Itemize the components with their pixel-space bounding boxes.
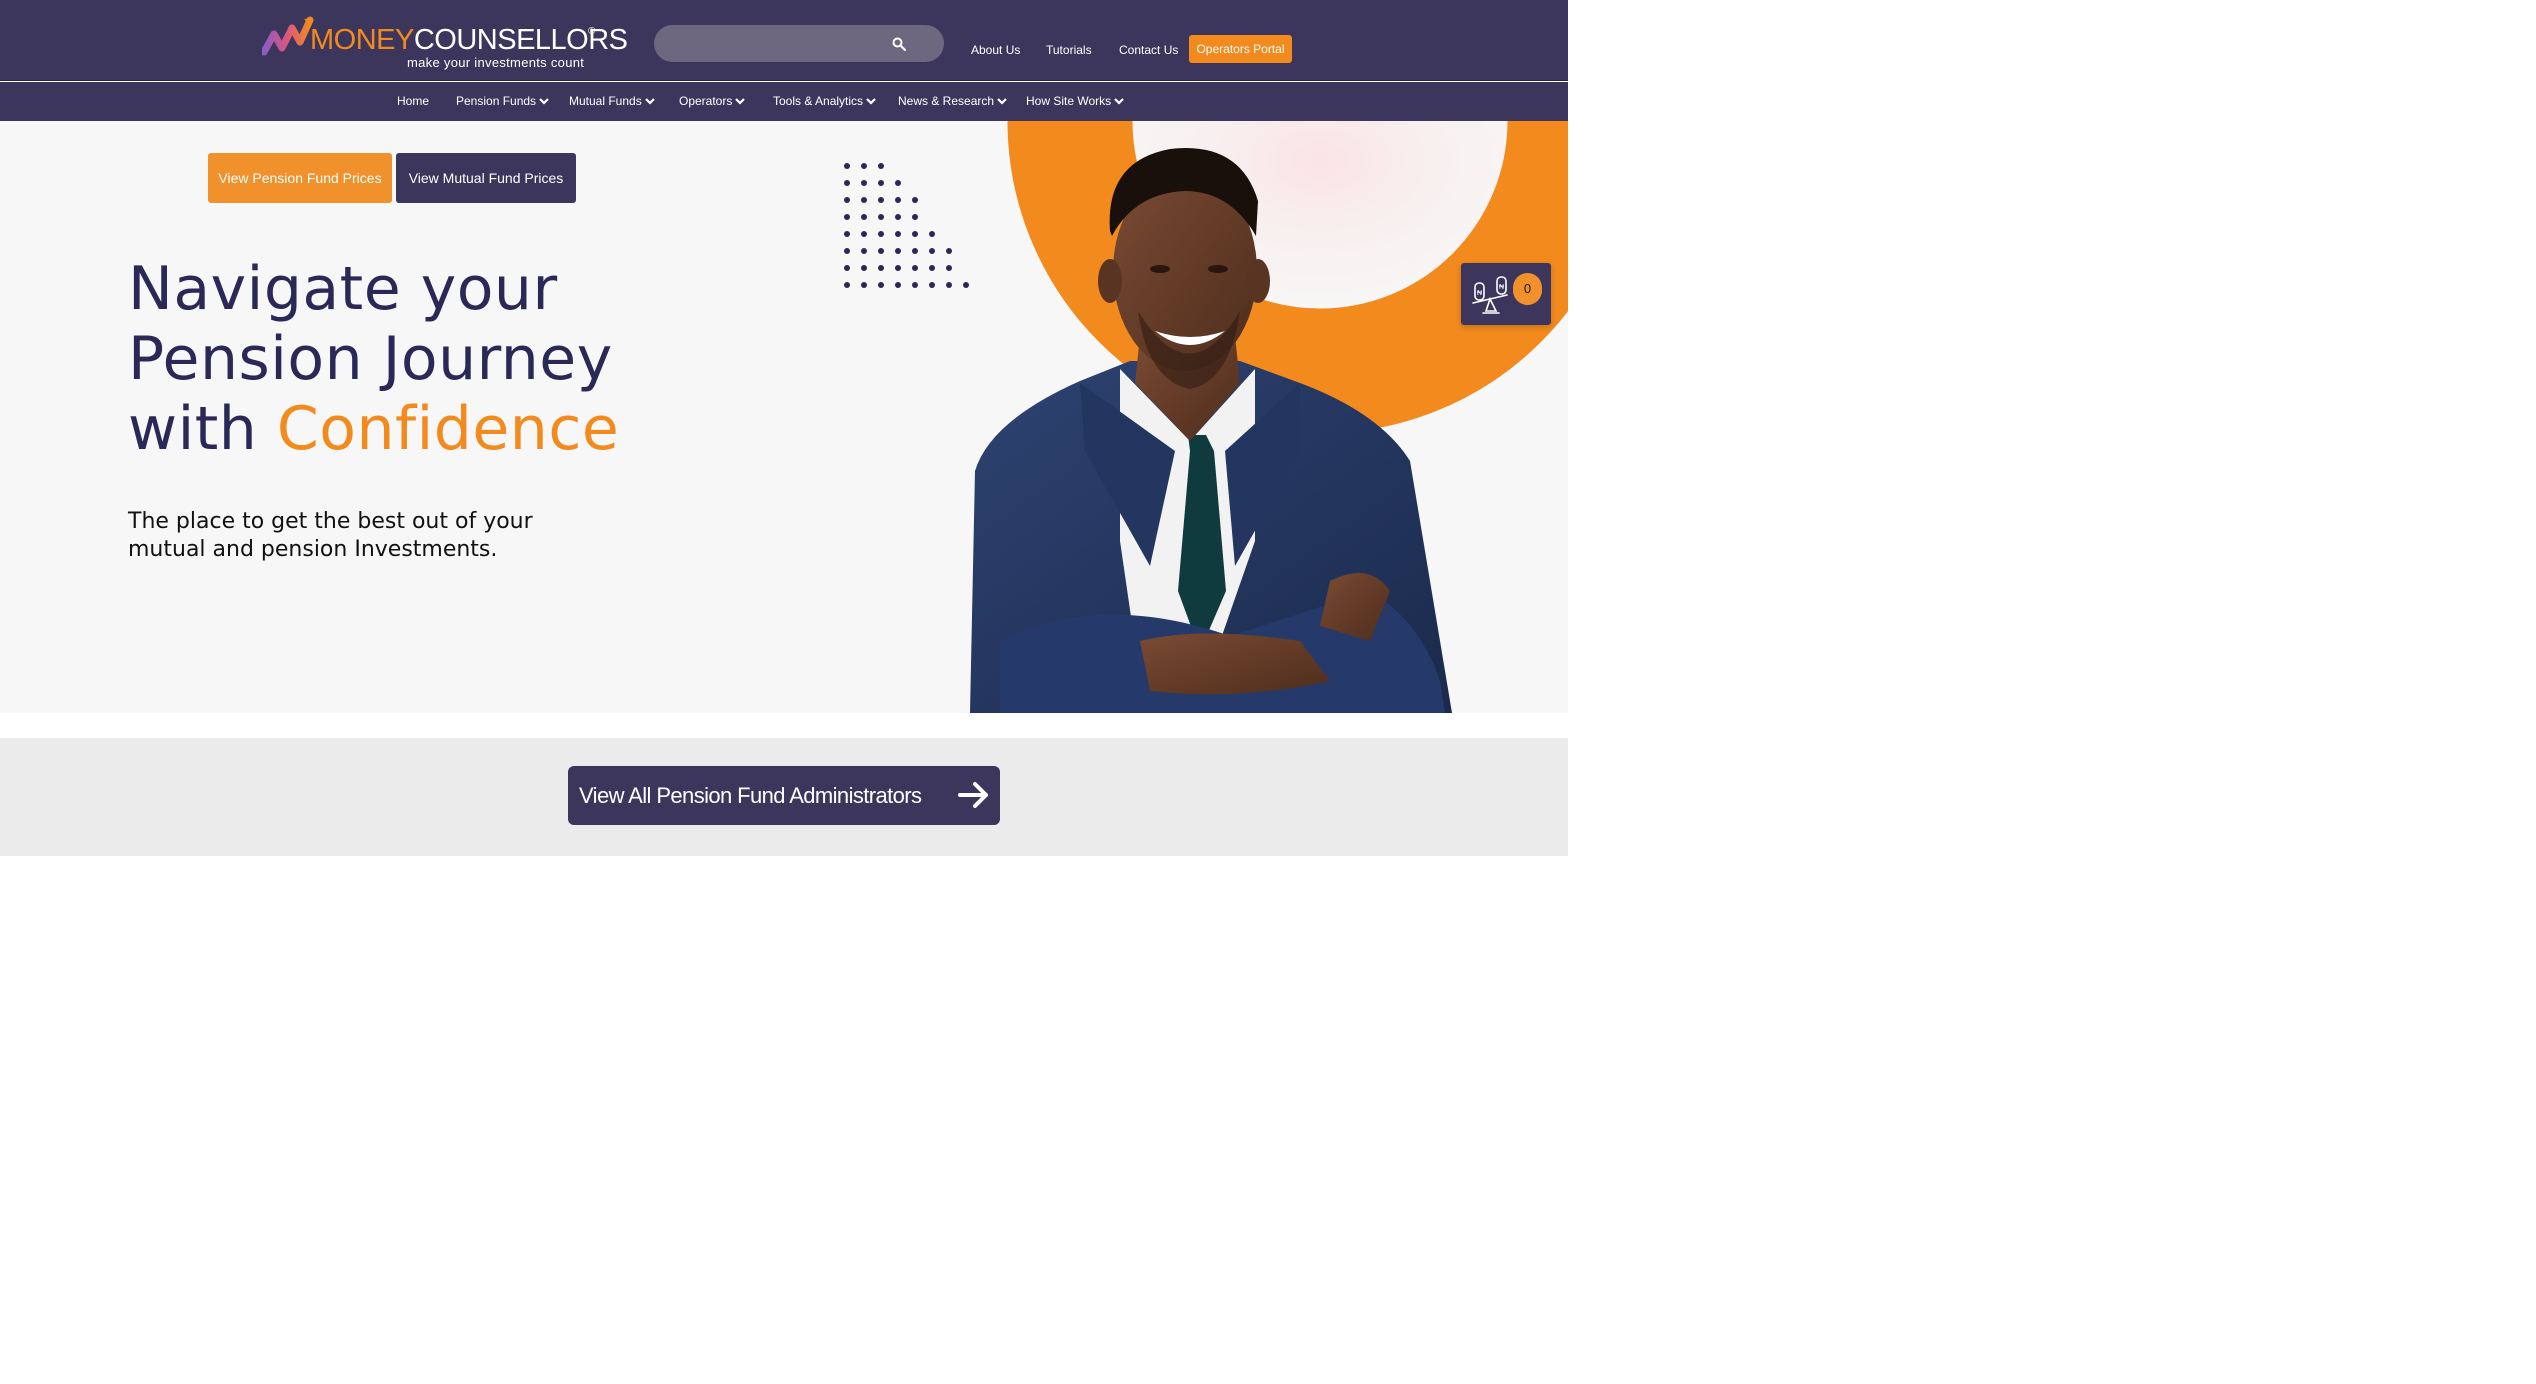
- site-logo[interactable]: MONEYCOUNSELLORS ® make your investments…: [262, 14, 628, 72]
- nav-label: News & Research: [898, 94, 995, 108]
- hero-headline: Navigate your Pension Journey with Confi…: [128, 254, 748, 464]
- nav-label: Pension Funds: [456, 94, 537, 108]
- nav-label: Tools & Analytics: [773, 94, 864, 108]
- contact-us-link[interactable]: Contact Us: [1119, 43, 1178, 57]
- hero-section: View Pension Fund Prices View Mutual Fun…: [0, 121, 1568, 713]
- subline-line-1: The place to get the best out of your: [128, 509, 533, 534]
- view-mutual-fund-prices-button[interactable]: View Mutual Fund Prices: [396, 153, 576, 203]
- view-all-pfa-label: View All Pension Fund Administrators: [579, 782, 922, 808]
- logo-registered-mark: ®: [588, 26, 596, 37]
- operators-portal-button[interactable]: Operators Portal: [1189, 35, 1292, 63]
- dot-grid-decoration: [844, 163, 969, 288]
- cta-band: View All Pension Fund Administrators: [0, 738, 1568, 856]
- search-input[interactable]: [672, 33, 882, 55]
- nav-item-mutual-funds[interactable]: Mutual Funds: [569, 94, 655, 108]
- tutorials-link[interactable]: Tutorials: [1046, 43, 1092, 57]
- nav-item-home[interactable]: Home: [397, 94, 429, 108]
- headline-line-3-prefix: with: [128, 394, 277, 464]
- nav-label: Home: [397, 94, 430, 108]
- nav-item-operators[interactable]: Operators: [679, 94, 746, 108]
- nav-item-tools-analytics[interactable]: Tools & Analytics: [773, 94, 876, 108]
- top-header: MONEYCOUNSELLORS ® make your investments…: [0, 0, 1568, 81]
- nav-label: Operators: [679, 94, 733, 108]
- headline-line-1: Navigate your: [128, 254, 558, 324]
- arrow-right-icon: [958, 782, 988, 808]
- compare-count-badge: 0: [1513, 273, 1542, 305]
- nav-label: How Site Works: [1026, 94, 1112, 108]
- compare-widget[interactable]: ₦ ₦ 0: [1461, 263, 1551, 325]
- logo-chart-icon: [262, 16, 314, 56]
- logo-wordmark: MONEYCOUNSELLORS: [310, 24, 628, 56]
- nav-label: Mutual Funds: [569, 94, 642, 108]
- svg-text:₦: ₦: [1477, 290, 1482, 297]
- logo-tagline: make your investments count: [407, 55, 585, 70]
- chevron-down-icon: [997, 98, 1007, 105]
- search-bar: [654, 25, 944, 62]
- main-nav: Home Pension Funds Mutual Funds Operator…: [0, 82, 1568, 121]
- hero-subline: The place to get the best out of your mu…: [128, 508, 688, 564]
- chevron-down-icon: [866, 98, 876, 105]
- compare-scale-icon: ₦ ₦: [1472, 276, 1508, 314]
- chevron-down-icon: [644, 98, 655, 105]
- svg-text:₦: ₦: [1499, 284, 1504, 291]
- search-button[interactable]: [888, 33, 910, 55]
- view-pension-fund-prices-button[interactable]: View Pension Fund Prices: [208, 153, 392, 203]
- subline-line-2: mutual and pension Investments.: [128, 537, 498, 562]
- headline-accent-word: Confidence: [276, 394, 620, 464]
- nav-item-how-site-works[interactable]: How Site Works: [1026, 94, 1124, 108]
- view-all-pfa-button[interactable]: View All Pension Fund Administrators: [568, 766, 1000, 825]
- nav-item-pension-funds[interactable]: Pension Funds: [456, 94, 549, 108]
- chevron-down-icon: [1114, 98, 1124, 105]
- search-icon: [892, 37, 906, 51]
- chevron-down-icon: [539, 98, 549, 105]
- headline-line-2: Pension Journey: [128, 324, 613, 394]
- nav-item-news-research[interactable]: News & Research: [898, 94, 1007, 108]
- about-us-link[interactable]: About Us: [971, 43, 1020, 57]
- chevron-down-icon: [735, 98, 746, 105]
